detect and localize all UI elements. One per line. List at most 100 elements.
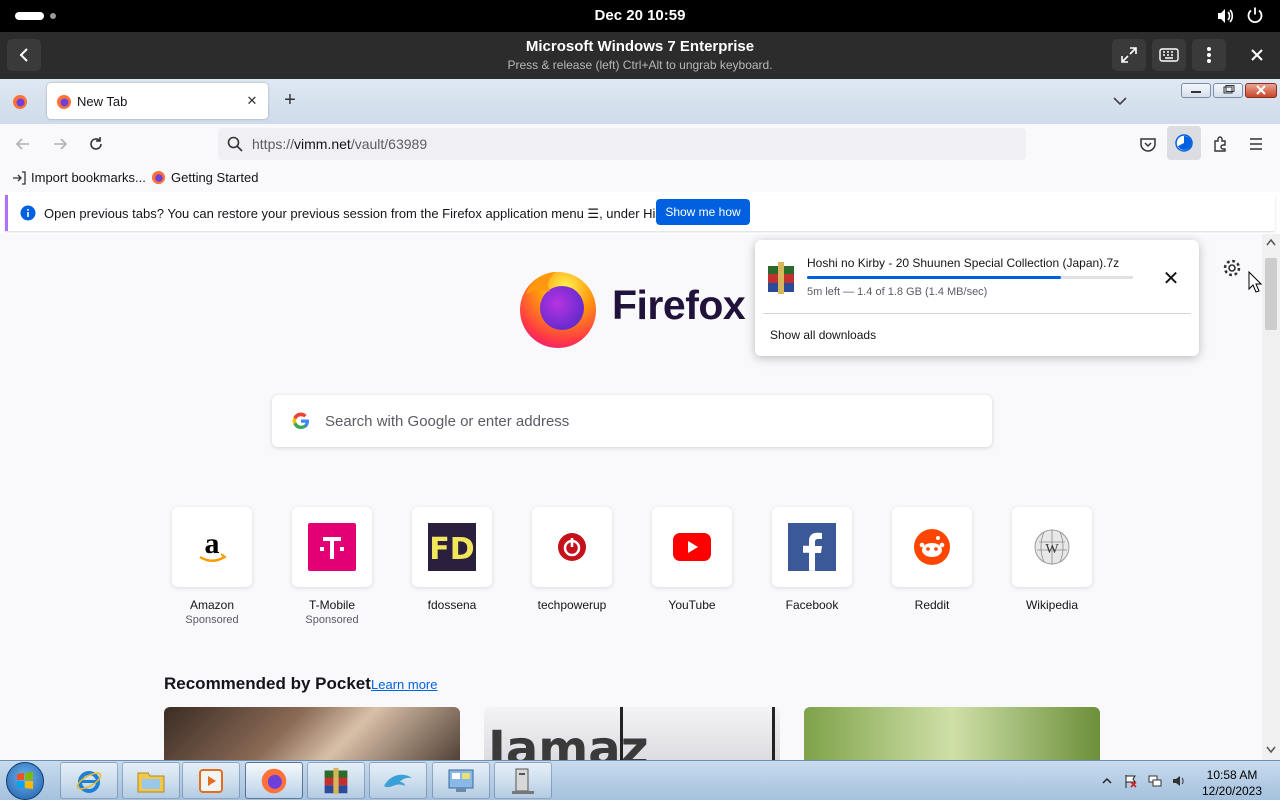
story-thumbnail: Jamaz: [485, 707, 775, 760]
tab-close-icon[interactable]: ✕: [244, 93, 260, 109]
pocket-story-card[interactable]: [164, 707, 460, 760]
shortcut-amazon[interactable]: a Amazon Sponsored: [172, 507, 252, 626]
wikipedia-icon: W: [1034, 529, 1070, 565]
hamburger-menu-icon[interactable]: [1247, 135, 1265, 153]
reload-icon[interactable]: [87, 135, 105, 153]
shortcut-label: Amazon: [189, 598, 235, 612]
sponsored-label: Sponsored: [185, 614, 239, 626]
fullscreen-button[interactable]: [1112, 39, 1146, 71]
bookmarks-toolbar: Import bookmarks... Getting Started: [0, 164, 1280, 192]
shortcut-tile-box: [892, 507, 972, 587]
techpowerup-icon: [558, 533, 586, 561]
taskbar-dolphin[interactable]: [369, 762, 427, 799]
taskbar-explorer[interactable]: [122, 762, 180, 799]
shortcut-wikipedia[interactable]: W Wikipedia: [1012, 507, 1092, 612]
pocket-story-card[interactable]: Jamaz: [484, 707, 780, 760]
volume-icon[interactable]: [1172, 774, 1186, 788]
tab-new-tab[interactable]: New Tab ✕: [47, 83, 268, 119]
bookmark-getting-started[interactable]: Getting Started: [151, 170, 258, 185]
scrollbar-thumb[interactable]: [1265, 258, 1277, 330]
internet-explorer-icon: [76, 770, 102, 793]
volume-icon[interactable]: [1216, 7, 1234, 25]
taskbar-winrar[interactable]: [307, 762, 365, 799]
taskbar-control-panel[interactable]: [432, 762, 490, 799]
viewer-title: Microsoft Windows 7 Enterprise: [525, 38, 755, 55]
shortcut-label: YouTube: [668, 598, 716, 612]
url-bar[interactable]: https://vimm.net/vault/63989: [218, 128, 1026, 160]
restore-button[interactable]: [1213, 83, 1243, 98]
firefox-window: New Tab ✕ + https://vimm.net/vault/63989: [0, 79, 1280, 760]
taskbar-clock[interactable]: 10:58 AM 12/20/2023: [1186, 767, 1278, 799]
minimize-button[interactable]: [1181, 83, 1211, 98]
url-text: https://vimm.net/vault/63989: [252, 136, 428, 152]
downloads-panel: Hoshi no Kirby - 20 Shuunen Special Coll…: [755, 240, 1199, 356]
bookmark-import[interactable]: Import bookmarks...: [12, 170, 146, 185]
media-player-icon: [199, 768, 223, 793]
close-window-button[interactable]: [1245, 83, 1277, 98]
network-icon[interactable]: [1148, 774, 1162, 788]
downloads-button[interactable]: [1167, 126, 1201, 160]
kebab-menu-icon: [1207, 47, 1211, 63]
action-center-flag-icon[interactable]: [1124, 774, 1138, 788]
start-button[interactable]: [6, 762, 44, 800]
back-arrow-icon[interactable]: [14, 135, 32, 153]
shortcut-reddit[interactable]: Reddit: [892, 507, 972, 612]
taskbar-firefox[interactable]: [245, 762, 303, 799]
shortcut-tile-box: [652, 507, 732, 587]
google-icon: [292, 412, 309, 430]
scroll-up-icon[interactable]: [1266, 238, 1276, 246]
search-icon: [227, 136, 243, 152]
extensions-icon[interactable]: [1211, 135, 1229, 153]
pocket-icon[interactable]: [1139, 135, 1157, 153]
scroll-down-icon[interactable]: [1266, 746, 1276, 754]
reddit-icon: [914, 529, 950, 565]
navigation-toolbar: https://vimm.net/vault/63989: [0, 124, 1280, 164]
shortcut-youtube[interactable]: YouTube: [652, 507, 732, 612]
close-icon: [1251, 49, 1263, 61]
download-filename: Hoshi no Kirby - 20 Shuunen Special Coll…: [807, 256, 1120, 270]
bookmark-label: Getting Started: [171, 170, 259, 185]
mouse-cursor-icon: [1248, 271, 1262, 293]
fdossena-icon: FD: [428, 523, 476, 571]
shortcut-facebook[interactable]: Facebook: [772, 507, 852, 612]
taskbar-media-player[interactable]: [182, 762, 240, 799]
shortcut-label: T-Mobile: [308, 598, 355, 612]
power-icon[interactable]: [1246, 6, 1264, 24]
gnome-clock[interactable]: Dec 20 10:59: [0, 7, 1280, 24]
svg-text:Jamaz: Jamaz: [485, 721, 649, 760]
firefox-view-icon[interactable]: [12, 94, 28, 110]
shortcut-tmobile[interactable]: T-Mobile Sponsored: [292, 507, 372, 626]
bookmark-label: Import bookmarks...: [31, 170, 146, 185]
shortcut-label: fdossena: [427, 598, 477, 612]
svg-text:a: a: [205, 527, 220, 560]
new-tab-button[interactable]: +: [279, 90, 301, 112]
shortcut-techpowerup[interactable]: techpowerup: [532, 507, 612, 612]
shortcut-label: Wikipedia: [1025, 598, 1079, 612]
sponsored-label: Sponsored: [305, 614, 359, 626]
keyboard-button[interactable]: [1152, 39, 1186, 71]
facebook-icon: [788, 523, 836, 571]
clock-time: 10:58 AM: [1206, 768, 1258, 782]
pocket-story-card[interactable]: [804, 707, 1100, 760]
chevron-down-icon[interactable]: [1110, 93, 1130, 109]
shortcut-fdossena[interactable]: FD fdossena: [412, 507, 492, 612]
show-me-how-button[interactable]: Show me how: [656, 199, 750, 225]
taskbar-internet-explorer[interactable]: [60, 762, 118, 799]
tmobile-icon: [308, 523, 356, 571]
windows-logo-icon: [17, 772, 33, 789]
folder-icon: [137, 772, 165, 792]
computer-icon: [512, 768, 534, 794]
pocket-learn-more-link[interactable]: Learn more: [371, 677, 437, 692]
gear-icon[interactable]: [1222, 258, 1242, 278]
newtab-search-box[interactable]: Search with Google or enter address: [272, 395, 992, 447]
show-hidden-icons-icon[interactable]: [1100, 774, 1114, 788]
page-scrollbar[interactable]: [1262, 234, 1280, 760]
minimize-icon: [1191, 91, 1201, 93]
close-viewer-button[interactable]: [1240, 39, 1274, 71]
show-all-downloads-button[interactable]: Show all downloads: [770, 328, 876, 342]
cancel-download-icon[interactable]: ✕: [1159, 268, 1183, 292]
forward-arrow-icon[interactable]: [51, 135, 69, 153]
tab-strip: New Tab ✕ +: [0, 79, 1280, 124]
taskbar-system-app[interactable]: [494, 762, 552, 799]
menu-button[interactable]: [1192, 39, 1226, 71]
